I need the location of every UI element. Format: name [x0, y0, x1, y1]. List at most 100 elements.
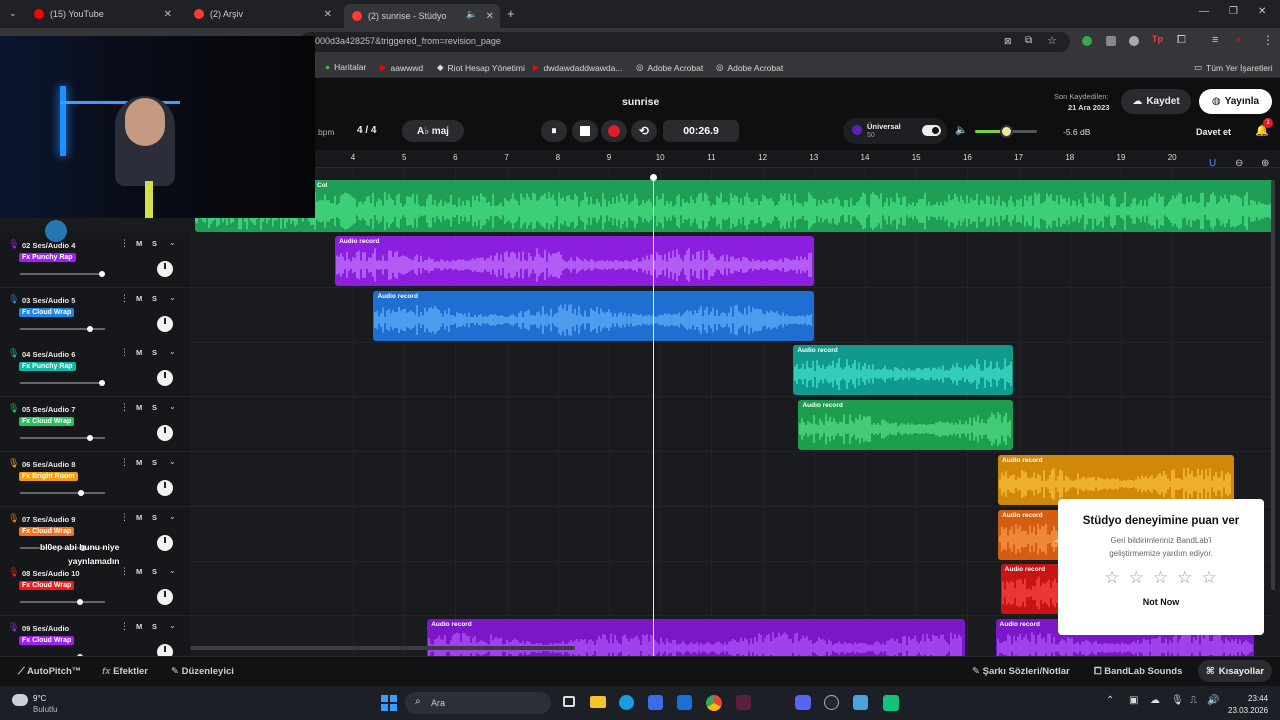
track-header[interactable]: 🎙 02 Ses/Audio 4 Fx Punchy Rap ⋮ M S ⌄: [0, 233, 190, 288]
network-icon[interactable]: ⎍: [1190, 695, 1197, 706]
chevron-down-icon[interactable]: ⌄: [169, 347, 176, 356]
track-menu-icon[interactable]: ⋮: [120, 238, 129, 249]
track-menu-icon[interactable]: ⋮: [120, 621, 129, 632]
master-volume-slider[interactable]: [975, 125, 1037, 138]
track-volume-slider[interactable]: [20, 435, 105, 442]
track-menu-icon[interactable]: ⋮: [120, 457, 129, 468]
star-icon[interactable]: ☆: [1153, 568, 1177, 587]
extension-icon[interactable]: [1129, 36, 1139, 46]
pan-knob[interactable]: [157, 261, 173, 277]
tray-app-icon[interactable]: ▣: [1129, 695, 1138, 706]
lyrics-button[interactable]: ✎ Şarkı Sözleri/Notlar: [972, 666, 1070, 677]
solo-button[interactable]: S: [152, 622, 157, 631]
extensions-puzzle-icon[interactable]: ⧠: [1177, 34, 1186, 47]
solo-button[interactable]: S: [152, 239, 157, 248]
stop-button[interactable]: [572, 120, 598, 142]
bookmark-item[interactable]: ◆ Riot Hesap Yönetimi: [437, 62, 525, 73]
loop-button[interactable]: ⟲: [631, 120, 657, 142]
minimize-icon[interactable]: —: [1199, 6, 1209, 17]
playhead-handle[interactable]: [650, 174, 657, 181]
outlook-icon[interactable]: [677, 695, 692, 710]
task-view-icon[interactable]: [563, 696, 575, 707]
mute-button[interactable]: M: [136, 403, 142, 412]
extension-icon[interactable]: Tp: [1152, 34, 1163, 44]
bookmark-item[interactable]: ◎ Adobe Acrobat: [636, 62, 703, 73]
track-name[interactable]: 08 Ses/Audio 10: [22, 569, 80, 578]
onedrive-icon[interactable]: ☁: [1150, 695, 1160, 706]
track-menu-icon[interactable]: ⋮: [120, 347, 129, 358]
all-bookmarks[interactable]: ▭ Tüm Yer İşaretleri: [1194, 62, 1273, 73]
clock-date[interactable]: 23.03.2026: [1228, 706, 1268, 715]
bookmark-item[interactable]: ● Haritalar: [325, 62, 366, 72]
save-button[interactable]: ☁ Kaydet: [1121, 89, 1191, 114]
valorant-icon[interactable]: [736, 695, 751, 710]
track-header[interactable]: 🎙 06 Ses/Audio 8 Fx Bright Room ⋮ M S ⌄: [0, 451, 190, 507]
cast-icon[interactable]: ⧉: [1025, 35, 1032, 46]
track-menu-icon[interactable]: ⋮: [120, 293, 129, 304]
steam-icon[interactable]: [824, 695, 839, 710]
app-icon[interactable]: [853, 695, 868, 710]
bookmark-item[interactable]: ▶ dwdawdaddwawda...: [533, 62, 622, 73]
clip-track-01[interactable]: Col: [195, 180, 1275, 232]
chevron-down-icon[interactable]: ⌄: [169, 512, 176, 521]
tab-studio[interactable]: (2) sunrise - Stüdyo 🔈 ✕: [344, 4, 500, 28]
bpm-label[interactable]: bpm: [318, 127, 335, 137]
solo-button[interactable]: S: [152, 458, 157, 467]
tab-youtube[interactable]: (15) YouTube ✕: [26, 4, 178, 24]
vertical-scrollbar[interactable]: [1271, 180, 1275, 590]
star-icon[interactable]: ☆: [1129, 568, 1153, 587]
mute-button[interactable]: M: [136, 458, 142, 467]
pan-knob[interactable]: [157, 589, 173, 606]
audio-clip[interactable]: Audio record: [373, 290, 814, 341]
track-volume-slider[interactable]: [20, 489, 105, 496]
chevron-down-icon[interactable]: ⌄: [169, 457, 176, 466]
weather-temp[interactable]: 9°C: [33, 694, 46, 703]
extension-icon[interactable]: [1082, 36, 1092, 46]
track-header[interactable]: 🎙 05 Ses/Audio 7 Fx Cloud Wrap ⋮ M S ⌄: [0, 397, 190, 453]
pan-knob[interactable]: [157, 425, 173, 442]
key-selector[interactable]: A♭ maj: [402, 120, 464, 142]
track-lane[interactable]: [190, 342, 1272, 398]
mute-button[interactable]: M: [136, 622, 142, 631]
track-name[interactable]: 09 Ses/Audio: [22, 624, 69, 633]
track-menu-icon[interactable]: ⋮: [120, 512, 129, 523]
discord-icon[interactable]: [795, 695, 811, 710]
tab-archive[interactable]: (2) Arşiv ✕: [186, 4, 338, 24]
close-tab-icon[interactable]: ✕: [164, 9, 172, 20]
track-name[interactable]: 02 Ses/Audio 4: [22, 241, 75, 250]
solo-button[interactable]: S: [152, 513, 157, 522]
effects-button[interactable]: fx Efektler: [102, 666, 148, 677]
horizontal-scrollbar[interactable]: [190, 646, 575, 650]
edge-icon[interactable]: [619, 695, 634, 710]
extension-icon[interactable]: [1106, 36, 1116, 46]
track-menu-icon[interactable]: ⋮: [120, 566, 129, 577]
chrome-icon[interactable]: [706, 695, 722, 711]
maximize-icon[interactable]: ❐: [1229, 6, 1238, 17]
microphone-icon[interactable]: 🎙: [1171, 695, 1184, 706]
rating-stars[interactable]: ☆☆☆☆☆: [1058, 568, 1264, 588]
master-volume-icon[interactable]: 🔈: [955, 125, 967, 136]
track-volume-slider[interactable]: [20, 599, 105, 606]
record-button[interactable]: [601, 120, 627, 142]
track-name[interactable]: 07 Ses/Audio 9: [22, 515, 75, 524]
track-fx-badge[interactable]: Fx Punchy Rap: [19, 362, 76, 372]
solo-button[interactable]: S: [152, 403, 157, 412]
track-lane[interactable]: [190, 397, 1272, 453]
chevron-down-icon[interactable]: ⌄: [169, 238, 176, 247]
volume-icon[interactable]: 🔊: [1207, 695, 1219, 706]
profile-icon[interactable]: ◐: [1236, 34, 1243, 46]
track-volume-slider[interactable]: [20, 325, 105, 332]
invite-button[interactable]: Davet et: [1196, 127, 1231, 137]
store-icon[interactable]: [648, 695, 663, 710]
new-tab-icon[interactable]: +: [507, 6, 515, 21]
star-icon[interactable]: ☆: [1177, 568, 1201, 587]
mute-button[interactable]: M: [136, 567, 142, 576]
audio-clip[interactable]: Audio record: [798, 400, 1014, 451]
track-volume-slider[interactable]: [20, 271, 105, 277]
editor-button[interactable]: ✎ Düzenleyici: [171, 666, 234, 677]
track-fx-badge[interactable]: Fx Bright Room: [19, 471, 78, 481]
chevron-down-icon[interactable]: ⌄: [169, 293, 176, 302]
timeline-ruler[interactable]: 4 5 6 7 8 9 10 11 12 13 14 15 16 17 18 19 20: [315, 150, 1280, 168]
track-fx-badge[interactable]: Fx Cloud Wrap: [19, 307, 75, 317]
track-volume-slider[interactable]: [20, 380, 105, 387]
